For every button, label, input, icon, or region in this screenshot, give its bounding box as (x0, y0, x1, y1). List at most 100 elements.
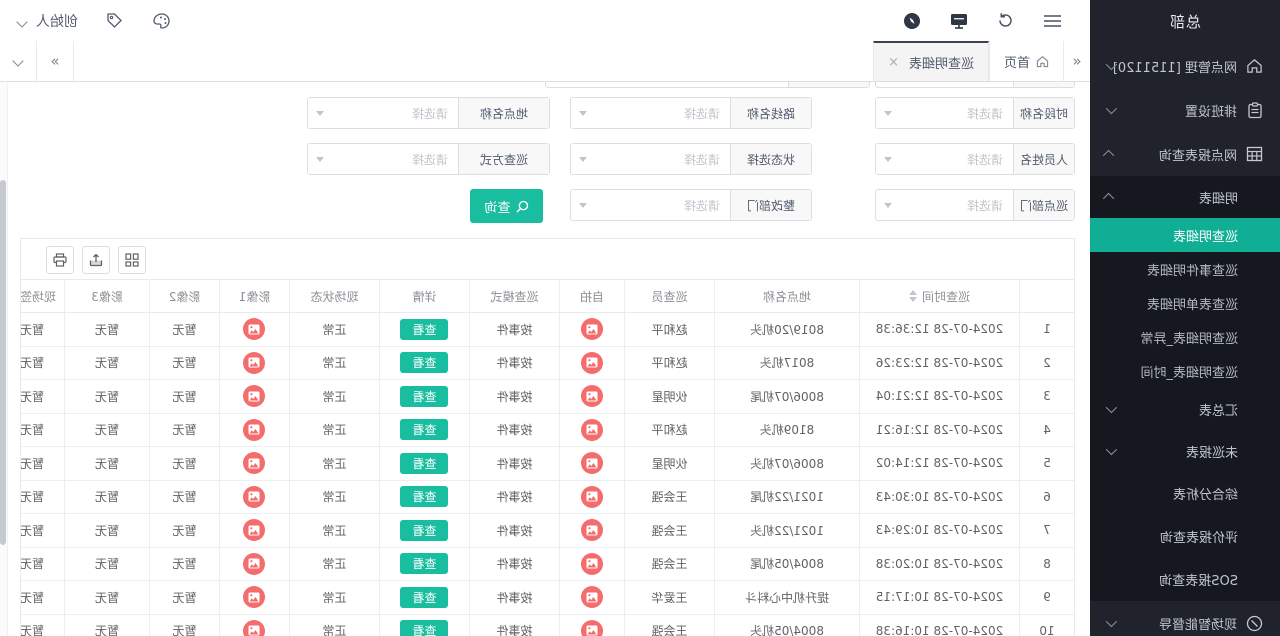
sidebar-item[interactable]: 明细表 (1090, 176, 1280, 218)
tag-icon[interactable] (105, 11, 125, 31)
sidebar-item[interactable]: 巡查明细表_异常 (1090, 320, 1280, 354)
view-button[interactable]: 查看 (401, 419, 449, 440)
image-badge[interactable] (244, 620, 266, 636)
sidebar-item-label: 网点报表查询 (1159, 145, 1237, 164)
image-badge[interactable] (244, 318, 266, 340)
tabs-scroll-left[interactable]: « (1064, 41, 1090, 81)
cell-seq: 5 (1019, 447, 1074, 481)
export-button[interactable] (82, 246, 110, 274)
sidebar-item[interactable]: 巡查表单明细表 (1090, 286, 1280, 320)
filter-select[interactable]: 请选择 (876, 190, 1013, 220)
table-toolbar (46, 246, 146, 274)
tab-current[interactable]: 巡查明细表 × (873, 41, 989, 81)
sidebar-item[interactable]: 排班设置 (1090, 88, 1280, 132)
sidebar-item[interactable]: 巡查明细表_时间 (1090, 354, 1280, 388)
filter-select[interactable]: 请选择 (876, 144, 1013, 174)
filter-select[interactable]: 请选择 (571, 144, 730, 174)
image-badge[interactable] (581, 519, 603, 541)
view-button[interactable]: 查看 (401, 453, 449, 474)
cell-image2: 暂无 (149, 481, 219, 515)
view-button[interactable]: 查看 (401, 319, 449, 340)
sidebar-item[interactable]: 综合分析表 (1090, 472, 1280, 515)
image-badge[interactable] (581, 452, 603, 474)
cell-image1 (219, 447, 289, 481)
chevron-up-icon (1103, 193, 1114, 204)
view-button[interactable]: 查看 (401, 553, 449, 574)
tab-home[interactable]: 首页 (989, 41, 1064, 81)
scrollbar-thumb[interactable] (0, 180, 6, 545)
view-button[interactable]: 查看 (401, 520, 449, 541)
sidebar-item[interactable]: 现场智能督导 (1090, 601, 1280, 636)
sidebar-item[interactable]: 评价报表查询 (1090, 515, 1280, 558)
filter-select-group: 时段名称请选择 (875, 97, 1075, 129)
columns-button[interactable] (118, 246, 146, 274)
sort-icon[interactable] (909, 290, 917, 302)
sidebar-item-label: 综合分析表 (1173, 484, 1238, 503)
image-badge[interactable] (244, 586, 266, 608)
filter-select-group: 整改部门请选择 (570, 189, 812, 221)
table-header-cell: 详情 (379, 279, 469, 313)
filter-select[interactable]: 请选择 (308, 98, 458, 128)
sidebar-item[interactable]: 网点管理 [1151120] (1090, 44, 1280, 88)
cell-place: 8004/05机头 (714, 615, 859, 636)
monitor-icon[interactable] (949, 11, 969, 31)
view-button[interactable]: 查看 (401, 620, 449, 636)
cell-seq: 9 (1019, 581, 1074, 615)
image-badge[interactable] (581, 586, 603, 608)
menu-icon[interactable] (1043, 11, 1063, 31)
image-badge[interactable] (244, 385, 266, 407)
cell-status: 正常 (289, 347, 379, 381)
cell-image2: 暂无 (149, 414, 219, 448)
refresh-icon[interactable] (996, 11, 1016, 31)
print-button[interactable] (46, 246, 74, 274)
image-badge[interactable] (581, 318, 603, 340)
image-badge[interactable] (581, 486, 603, 508)
sidebar-item-label: 巡查明细表_异常 (1140, 328, 1238, 347)
image-badge[interactable] (581, 553, 603, 575)
image-badge[interactable] (581, 385, 603, 407)
tabs-scroll-right[interactable]: » (37, 41, 74, 81)
view-button[interactable]: 查看 (401, 386, 449, 407)
sidebar-item[interactable]: SOS报表查询 (1090, 558, 1280, 601)
user-name[interactable]: 创始人 (36, 11, 78, 31)
table-row: 22024-07-28 12:23:268017机头赵和平按事件查看正常暂无暂无… (20, 347, 1074, 381)
image-badge[interactable] (244, 352, 266, 374)
cell-seq: 7 (1019, 514, 1074, 548)
sidebar-item[interactable]: 巡查明细表 (1090, 218, 1280, 252)
search-button[interactable]: 查询 (470, 189, 543, 223)
cell-place: 1021/22机头 (714, 514, 859, 548)
sidebar-item[interactable]: 巡查事件明细表 (1090, 252, 1280, 286)
cell-selfie (559, 313, 624, 347)
image-badge[interactable] (581, 620, 603, 636)
cell-image2: 暂无 (149, 548, 219, 582)
tabs-dropdown[interactable] (0, 41, 37, 81)
compass-icon[interactable] (902, 11, 922, 31)
image-badge[interactable] (581, 352, 603, 374)
vertical-scrollbar[interactable] (0, 81, 8, 636)
view-button[interactable]: 查看 (401, 486, 449, 507)
close-icon[interactable]: × (888, 55, 899, 70)
cell-place: 8004/05机尾 (714, 548, 859, 582)
image-badge[interactable] (244, 486, 266, 508)
filter-select[interactable]: 请选择 (571, 190, 730, 220)
cell-sign: 暂无 (20, 615, 64, 636)
palette-icon[interactable] (152, 11, 172, 31)
filter-select[interactable]: 请选择 (876, 98, 1013, 128)
image-badge[interactable] (581, 419, 603, 441)
image-badge[interactable] (244, 553, 266, 575)
column-title: 巡查模式 (491, 288, 539, 305)
cell-selfie (559, 514, 624, 548)
image-badge[interactable] (244, 419, 266, 441)
filter-select[interactable]: 请选择 (571, 98, 730, 128)
image-badge[interactable] (244, 519, 266, 541)
column-title: 影像1 (239, 288, 271, 305)
view-button[interactable]: 查看 (401, 352, 449, 373)
image-badge[interactable] (244, 452, 266, 474)
view-button[interactable]: 查看 (401, 587, 449, 608)
table-row: 42024-07-28 12:16:218109机头赵和平按事件查看正常暂无暂无… (20, 414, 1074, 448)
filter-select[interactable]: 请选择 (308, 144, 458, 174)
sidebar-item[interactable]: 网点报表查询 (1090, 132, 1280, 176)
sidebar-item[interactable]: 未巡报表 (1090, 430, 1280, 472)
table-panel: 巡查时间地点名称巡查员自拍巡查模式详情现场状态影像1影像2影像3现场签到1202… (20, 238, 1075, 636)
sidebar-item[interactable]: 汇总表 (1090, 388, 1280, 430)
